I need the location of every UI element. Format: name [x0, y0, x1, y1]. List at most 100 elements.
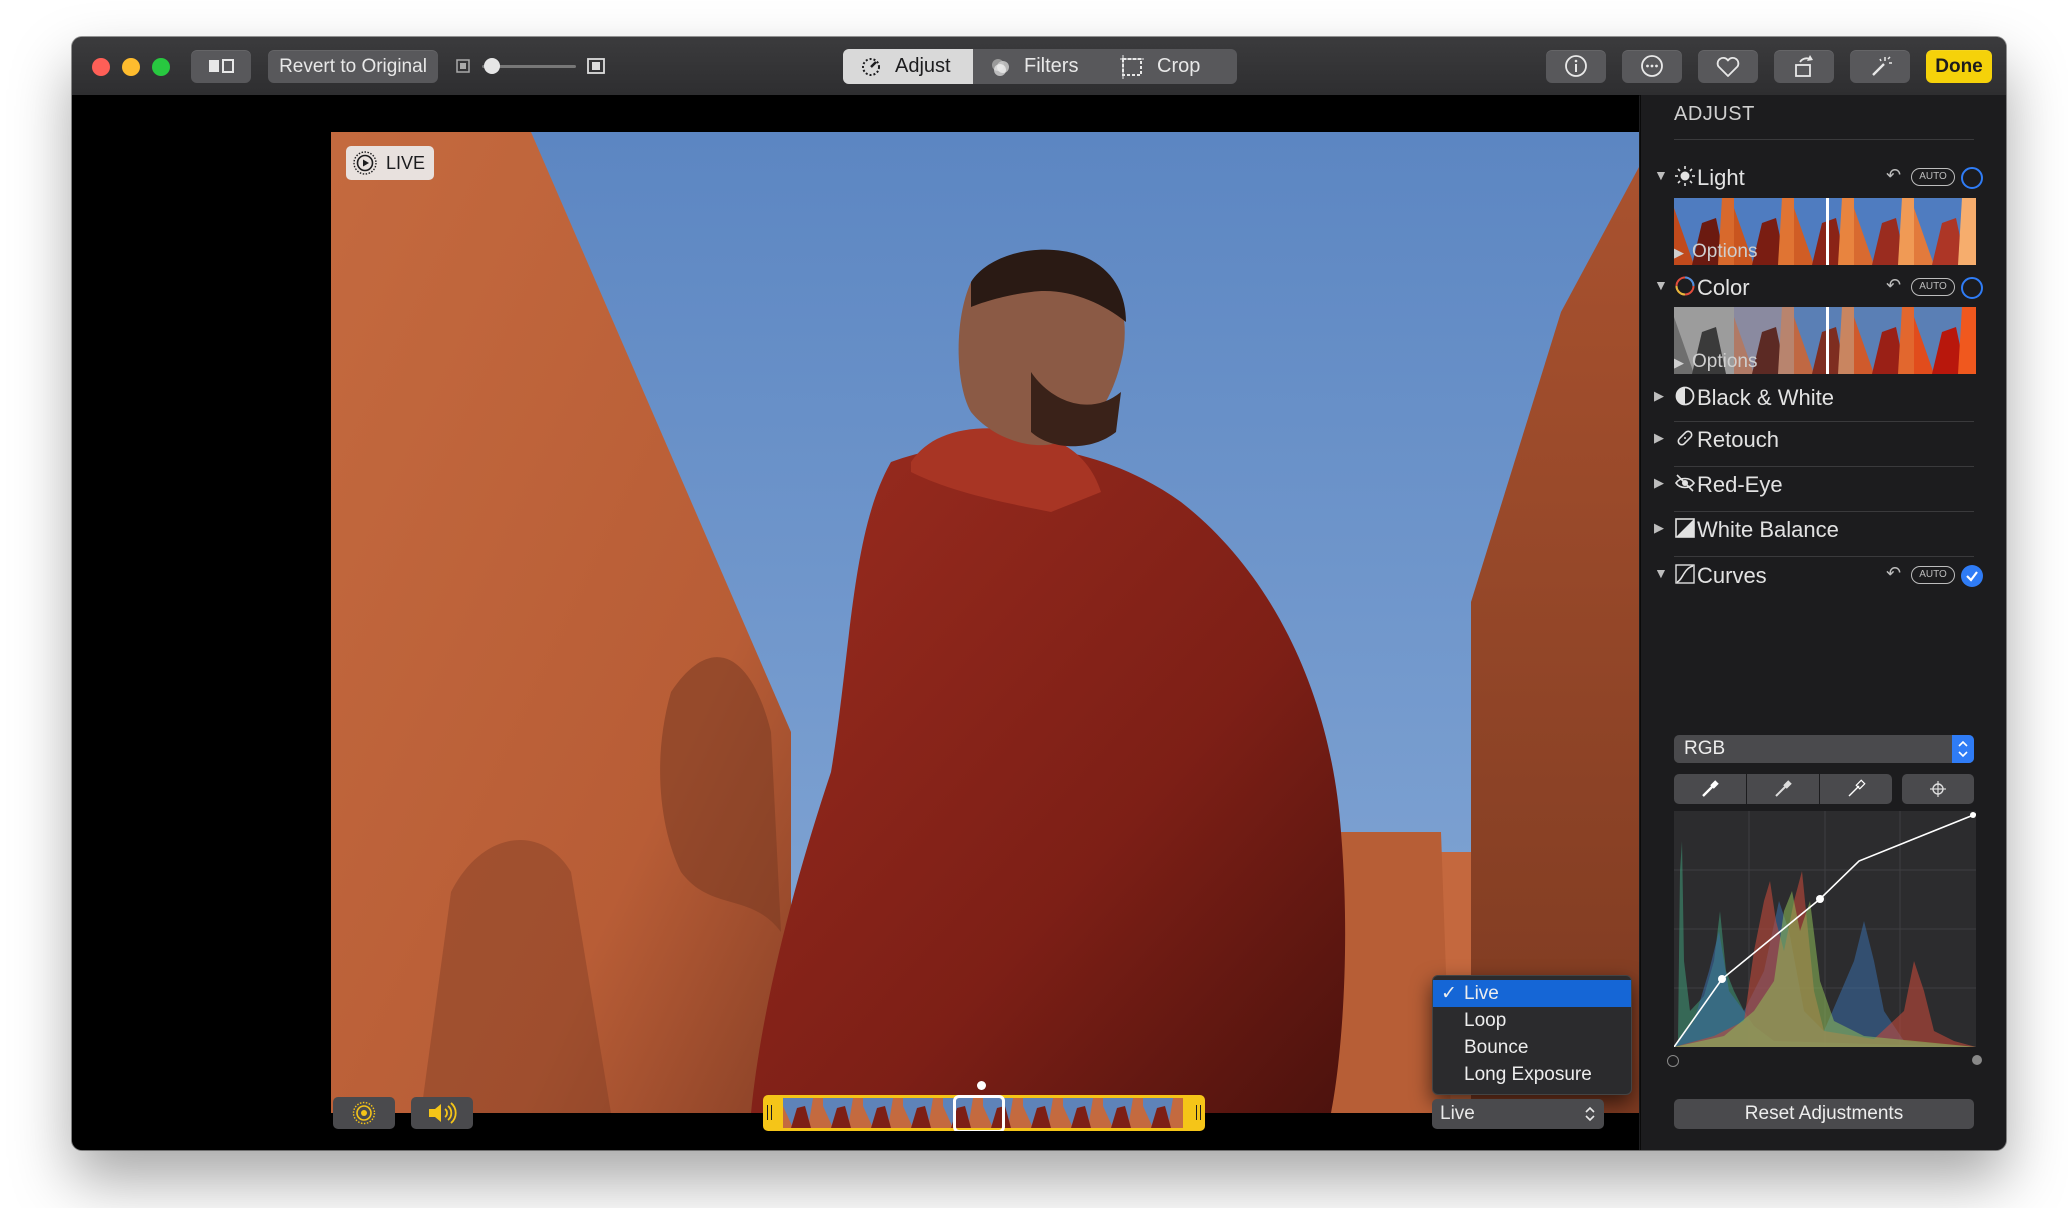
section-black-white[interactable]: ▶ Black & White	[1641, 383, 2006, 413]
white-point-picker[interactable]	[1820, 774, 1892, 804]
section-red-eye[interactable]: ▶ Red-Eye	[1641, 470, 2006, 500]
section-light[interactable]: ▼ Light ↶ AUTO	[1641, 163, 2006, 193]
color-toggle[interactable]	[1961, 277, 1983, 299]
live-effect-dropdown[interactable]: Live	[1432, 1099, 1604, 1129]
section-retouch[interactable]: ▶ Retouch	[1641, 425, 2006, 455]
revert-to-original-button[interactable]: Revert to Original	[268, 50, 438, 83]
live-effect-dropdown-value: Live	[1440, 1103, 1475, 1124]
section-black-white-label: Black & White	[1697, 385, 1834, 410]
color-auto-button[interactable]: AUTO	[1911, 278, 1955, 296]
photo-viewer: LIVE	[72, 95, 1639, 1150]
color-options[interactable]: ▶ Options	[1674, 351, 1757, 373]
zoom-in-icon	[587, 58, 605, 74]
white-balance-icon	[1675, 518, 1695, 538]
reset-adjustments-button[interactable]: Reset Adjustments	[1674, 1099, 1974, 1129]
toolbar: Revert to Original Adjust Filters Crop D…	[72, 37, 2006, 96]
compare-icon	[209, 59, 234, 73]
disclosure-down-icon[interactable]: ▼	[1654, 277, 1668, 293]
bandage-icon	[1677, 430, 1693, 446]
menu-item-bounce-label: Bounce	[1464, 1037, 1529, 1058]
disclosure-down-icon[interactable]: ▼	[1654, 167, 1668, 183]
gray-point-picker[interactable]	[1747, 774, 1819, 804]
heart-icon	[1716, 56, 1740, 77]
curves-graph	[1673, 811, 1977, 1048]
info-button[interactable]	[1546, 50, 1606, 83]
undo-icon[interactable]: ↶	[1886, 563, 1901, 584]
menu-item-bounce[interactable]: Bounce	[1433, 1034, 1631, 1061]
section-curves-label: Curves	[1697, 563, 1767, 588]
live-photo-icon	[353, 151, 377, 175]
undo-icon[interactable]: ↶	[1886, 275, 1901, 296]
disclosure-right-icon[interactable]: ▶	[1654, 388, 1664, 404]
disclosure-down-icon[interactable]: ▼	[1654, 565, 1668, 581]
sidebar-header: ADJUST	[1674, 103, 1755, 125]
disclosure-right-icon[interactable]: ▶	[1654, 475, 1664, 491]
favorite-button[interactable]	[1698, 50, 1758, 83]
enhance-button[interactable]	[1850, 50, 1910, 83]
curves-histogram[interactable]	[1673, 811, 1977, 1048]
curves-eyedroppers	[1674, 774, 1974, 804]
sun-icon	[1675, 166, 1695, 186]
disclosure-right-icon: ▶	[1674, 245, 1684, 260]
photos-window: Revert to Original Adjust Filters Crop D…	[72, 37, 2006, 1150]
color-wheel-icon	[1675, 276, 1695, 296]
live-photo-icon	[352, 1101, 376, 1125]
zoom-button[interactable]	[152, 58, 170, 76]
divider	[1674, 139, 1974, 140]
menu-item-live[interactable]: ✓ Live	[1433, 980, 1631, 1007]
section-curves[interactable]: ▼ Curves ↶ AUTO	[1641, 561, 2006, 591]
add-point-button[interactable]	[1902, 774, 1974, 804]
live-toggle-button[interactable]	[333, 1097, 395, 1129]
zoom-slider[interactable]	[456, 55, 606, 77]
black-point-picker[interactable]	[1674, 774, 1746, 804]
speaker-icon	[429, 1102, 457, 1124]
undo-icon[interactable]: ↶	[1886, 165, 1901, 186]
key-photo-dot	[977, 1081, 986, 1090]
curves-black-handle[interactable]	[1667, 1055, 1679, 1067]
light-options[interactable]: ▶ Options	[1674, 241, 1757, 263]
trim-handle-left[interactable]	[767, 1105, 772, 1120]
tab-adjust[interactable]: Adjust	[843, 49, 973, 84]
live-effect-menu: ✓ Live Loop Bounce Long Exposure	[1432, 975, 1632, 1095]
close-button[interactable]	[92, 58, 110, 76]
eye-slash-icon	[1675, 474, 1695, 492]
color-options-label: Options	[1692, 351, 1758, 372]
compare-button[interactable]	[191, 50, 251, 83]
adjust-dial-icon	[862, 57, 880, 76]
light-auto-button[interactable]: AUTO	[1911, 168, 1955, 186]
section-color[interactable]: ▼ Color ↶ AUTO	[1641, 273, 2006, 303]
trim-handle-right[interactable]	[1196, 1105, 1201, 1120]
rotate-button[interactable]	[1774, 50, 1834, 83]
tab-crop[interactable]: Crop	[1105, 49, 1237, 84]
disclosure-right-icon: ▶	[1674, 355, 1684, 370]
light-toggle[interactable]	[1961, 167, 1983, 189]
done-button[interactable]: Done	[1926, 50, 1992, 83]
live-photo-filmstrip[interactable]	[763, 1095, 1205, 1131]
zoom-out-icon	[456, 59, 470, 73]
zoom-slider-thumb[interactable]	[484, 58, 500, 74]
tab-filters[interactable]: Filters	[974, 49, 1104, 84]
curves-white-handle[interactable]	[1972, 1055, 1982, 1065]
light-options-label: Options	[1692, 241, 1758, 262]
photo-image	[331, 132, 1639, 1113]
live-badge[interactable]: LIVE	[346, 146, 434, 180]
more-button[interactable]	[1622, 50, 1682, 83]
disclosure-right-icon[interactable]: ▶	[1654, 520, 1664, 536]
minimize-button[interactable]	[122, 58, 140, 76]
curves-toggle-checked[interactable]	[1961, 565, 1983, 587]
section-white-balance-label: White Balance	[1697, 517, 1839, 542]
curves-auto-button[interactable]: AUTO	[1911, 566, 1955, 584]
section-white-balance[interactable]: ▶ White Balance	[1641, 515, 2006, 545]
magic-wand-icon	[1872, 56, 1892, 76]
sound-toggle-button[interactable]	[411, 1097, 473, 1129]
menu-item-long-exposure-label: Long Exposure	[1464, 1064, 1592, 1085]
curves-channel-value: RGB	[1684, 738, 1726, 759]
disclosure-right-icon[interactable]: ▶	[1654, 430, 1664, 446]
menu-item-live-label: Live	[1464, 983, 1499, 1004]
key-frame-selector[interactable]	[953, 1095, 1005, 1131]
curves-channel-select[interactable]: RGB	[1674, 735, 1974, 763]
menu-item-loop[interactable]: Loop	[1433, 1007, 1631, 1034]
crosshair-icon	[1930, 781, 1946, 797]
menu-item-long-exposure[interactable]: Long Exposure	[1433, 1061, 1631, 1088]
crop-icon	[1120, 54, 1144, 79]
